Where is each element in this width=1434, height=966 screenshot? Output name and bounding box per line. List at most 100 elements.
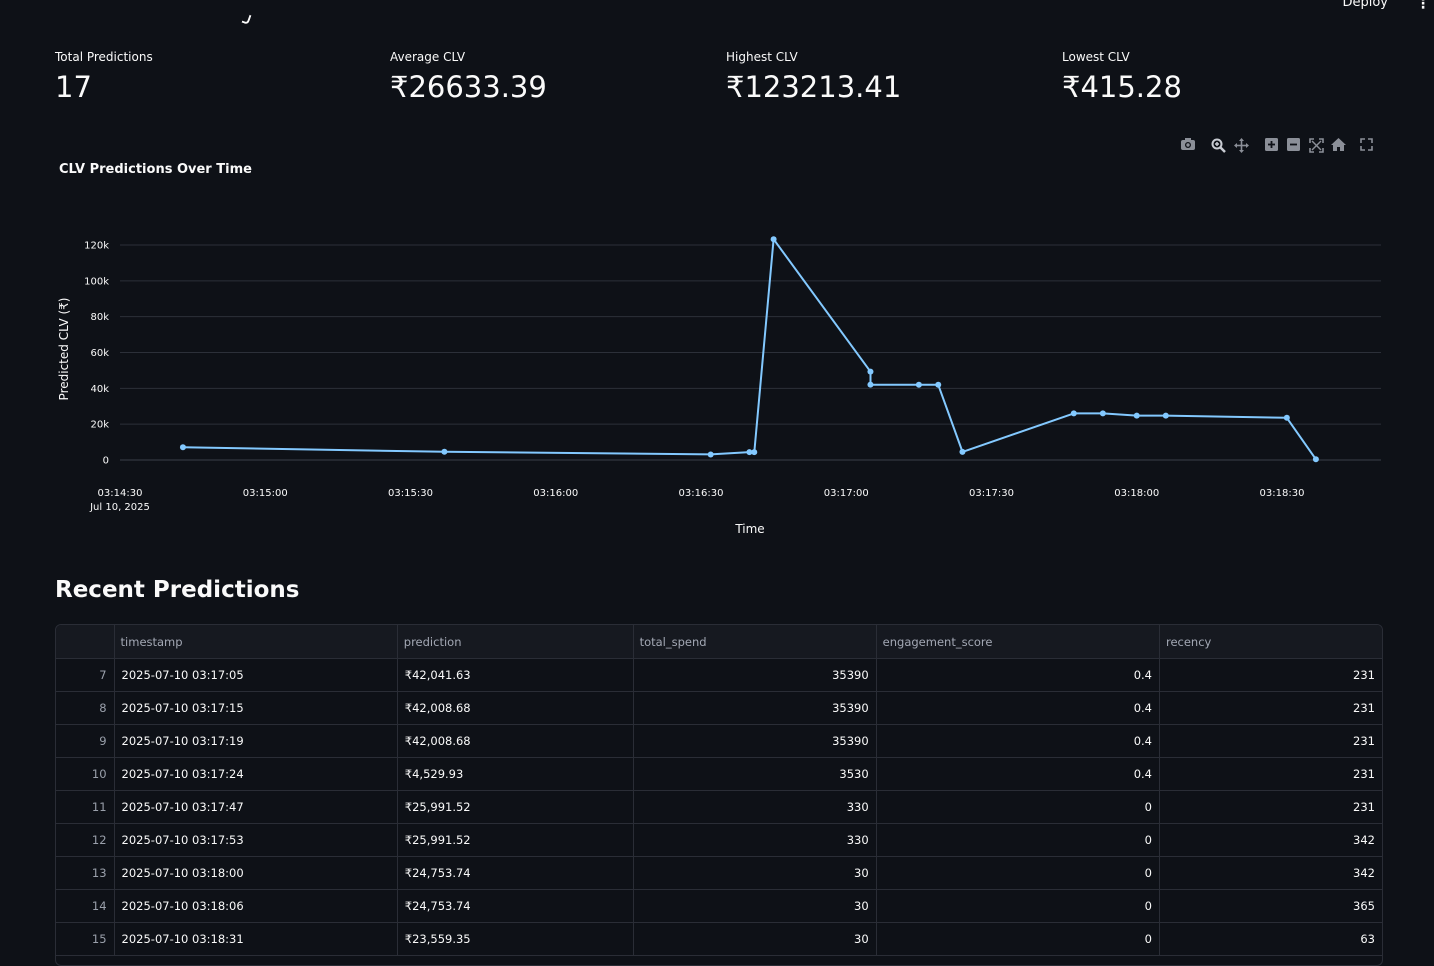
data-point xyxy=(1099,410,1106,417)
cell-timestamp: 2025-07-10 03:17:24 xyxy=(114,757,398,791)
cell-total-spend: 30 xyxy=(633,889,877,923)
x-tick-label: 03:16:30 xyxy=(679,488,724,499)
cell-recency: 342 xyxy=(1159,856,1382,890)
cell-total-spend: 330 xyxy=(633,790,877,824)
cell-prediction: ₹25,991.52 xyxy=(397,790,634,824)
clv-line-chart: 0 20k 40k 60k 80k 100k 120k 03:14:30 03:15:00 03:… xyxy=(57,236,1381,536)
cell-engagement-score: 0 xyxy=(876,856,1160,890)
series-line xyxy=(182,238,1317,460)
table-row[interactable]: 10 2025-07-10 03:17:24 ₹4,529.93 3530 0.4 231 xyxy=(56,757,1382,791)
cell-prediction: ₹42,041.63 xyxy=(397,658,634,692)
cell-timestamp: 2025-07-10 03:18:06 xyxy=(114,889,398,923)
cell-total-spend: 3530 xyxy=(633,757,877,791)
cell-prediction: ₹25,991.52 xyxy=(397,823,634,857)
data-point xyxy=(867,381,874,388)
y-tick-label: 100k xyxy=(84,276,109,287)
cell-prediction: ₹4,529.93 xyxy=(397,757,634,791)
row-index: 15 xyxy=(56,922,115,956)
table-header-row: timestamp prediction total_spend engagement… xyxy=(56,625,1382,659)
cell-prediction: ₹23,559.35 xyxy=(397,922,634,956)
cell-recency: 63 xyxy=(1159,922,1382,956)
x-axis-title: Time xyxy=(734,522,764,536)
data-point xyxy=(1070,410,1077,417)
cell-engagement-score: 0.4 xyxy=(876,658,1160,692)
table-row[interactable]: 9 2025-07-10 03:17:19 ₹42,008.68 35390 0.4 23… xyxy=(56,724,1382,758)
table-row[interactable]: 11 2025-07-10 03:17:47 ₹25,991.52 330 0 231 xyxy=(56,790,1382,824)
x-tick-label: 03:15:30 xyxy=(388,488,433,499)
y-tick-label: 120k xyxy=(84,241,109,252)
cell-recency: 231 xyxy=(1159,757,1382,791)
row-index: 14 xyxy=(56,889,115,923)
cell-recency: 231 xyxy=(1159,724,1382,758)
recent-predictions-table[interactable]: timestamp prediction total_spend engagement… xyxy=(55,624,1383,966)
cell-total-spend: 330 xyxy=(633,823,877,857)
table-row[interactable]: 7 2025-07-10 03:17:05 ₹42,041.63 35390 0.4 23… xyxy=(56,658,1382,692)
x-tick-label: 03:16:00 xyxy=(533,488,578,499)
cell-engagement-score: 0.4 xyxy=(876,724,1160,758)
cell-prediction: ₹42,008.68 xyxy=(397,724,634,758)
data-point xyxy=(959,448,966,455)
data-point xyxy=(867,368,874,375)
cell-timestamp: 2025-07-10 03:17:47 xyxy=(114,790,398,824)
data-point xyxy=(751,449,758,456)
data-point xyxy=(1162,412,1169,419)
x-tick-label: 03:18:30 xyxy=(1260,488,1305,499)
x-tick-label: 03:17:30 xyxy=(969,488,1014,499)
data-point xyxy=(179,444,186,451)
cell-engagement-score: 0 xyxy=(876,823,1160,857)
row-index: 9 xyxy=(56,724,115,758)
data-point xyxy=(707,451,714,458)
cell-timestamp: 2025-07-10 03:18:31 xyxy=(114,922,398,956)
cell-engagement-score: 0 xyxy=(876,790,1160,824)
table-row[interactable]: 8 2025-07-10 03:17:15 ₹42,008.68 35390 0.4 23… xyxy=(56,691,1382,725)
data-point xyxy=(770,236,777,243)
row-index: 10 xyxy=(56,757,115,791)
row-index: 13 xyxy=(56,856,115,890)
x-tick-label: 03:15:00 xyxy=(243,488,288,499)
cell-total-spend: 30 xyxy=(633,922,877,956)
x-tick-label: 03:17:00 xyxy=(824,488,869,499)
y-axis-title: Predicted CLV (₹) xyxy=(57,298,71,401)
cell-prediction: ₹24,753.74 xyxy=(397,889,634,923)
data-point xyxy=(1312,456,1319,463)
table-row[interactable]: 13 2025-07-10 03:18:00 ₹24,753.74 30 0 342 xyxy=(56,856,1382,890)
cell-prediction: ₹42,008.68 xyxy=(397,691,634,725)
cell-total-spend: 35390 xyxy=(633,658,877,692)
cell-timestamp: 2025-07-10 03:18:00 xyxy=(114,856,398,890)
cell-timestamp: 2025-07-10 03:17:53 xyxy=(114,823,398,857)
cell-engagement-score: 0.4 xyxy=(876,757,1160,791)
x-tick-label: 03:14:30 xyxy=(98,488,143,499)
cell-recency: 342 xyxy=(1159,823,1382,857)
column-header-recency[interactable]: recency xyxy=(1159,625,1382,659)
cell-timestamp: 2025-07-10 03:17:19 xyxy=(114,724,398,758)
row-index: 12 xyxy=(56,823,115,857)
column-header-timestamp[interactable]: timestamp xyxy=(114,625,398,659)
column-header-engagement-score[interactable]: engagement_score xyxy=(876,625,1160,659)
row-index: 11 xyxy=(56,790,115,824)
column-header-total-spend[interactable]: total_spend xyxy=(633,625,877,659)
column-header-prediction[interactable]: prediction xyxy=(397,625,634,659)
cell-total-spend: 35390 xyxy=(633,724,877,758)
table-row[interactable]: 15 2025-07-10 03:18:31 ₹23,559.35 30 0 63 xyxy=(56,922,1382,956)
data-point xyxy=(1133,412,1140,419)
table-row[interactable]: 12 2025-07-10 03:17:53 ₹25,991.52 330 0 342 xyxy=(56,823,1382,857)
cell-timestamp: 2025-07-10 03:17:05 xyxy=(114,658,398,692)
data-point xyxy=(1283,414,1290,421)
x-tick-label: 03:18:00 xyxy=(1114,488,1159,499)
table-row[interactable]: 14 2025-07-10 03:18:06 ₹24,753.74 30 0 365 xyxy=(56,889,1382,923)
x-date-label: Jul 10, 2025 xyxy=(89,502,150,513)
cell-total-spend: 30 xyxy=(633,856,877,890)
data-point xyxy=(915,381,922,388)
cell-total-spend: 35390 xyxy=(633,691,877,725)
cell-prediction: ₹24,753.74 xyxy=(397,856,634,890)
cell-engagement-score: 0 xyxy=(876,889,1160,923)
cell-recency: 231 xyxy=(1159,658,1382,692)
y-tick-label: 20k xyxy=(90,420,109,431)
y-tick-label: 40k xyxy=(90,384,109,395)
section-title: Recent Predictions xyxy=(55,577,300,603)
cell-engagement-score: 0.4 xyxy=(876,691,1160,725)
cell-recency: 365 xyxy=(1159,889,1382,923)
cell-recency: 231 xyxy=(1159,691,1382,725)
y-tick-label: 60k xyxy=(90,348,109,359)
index-header[interactable] xyxy=(56,625,115,659)
